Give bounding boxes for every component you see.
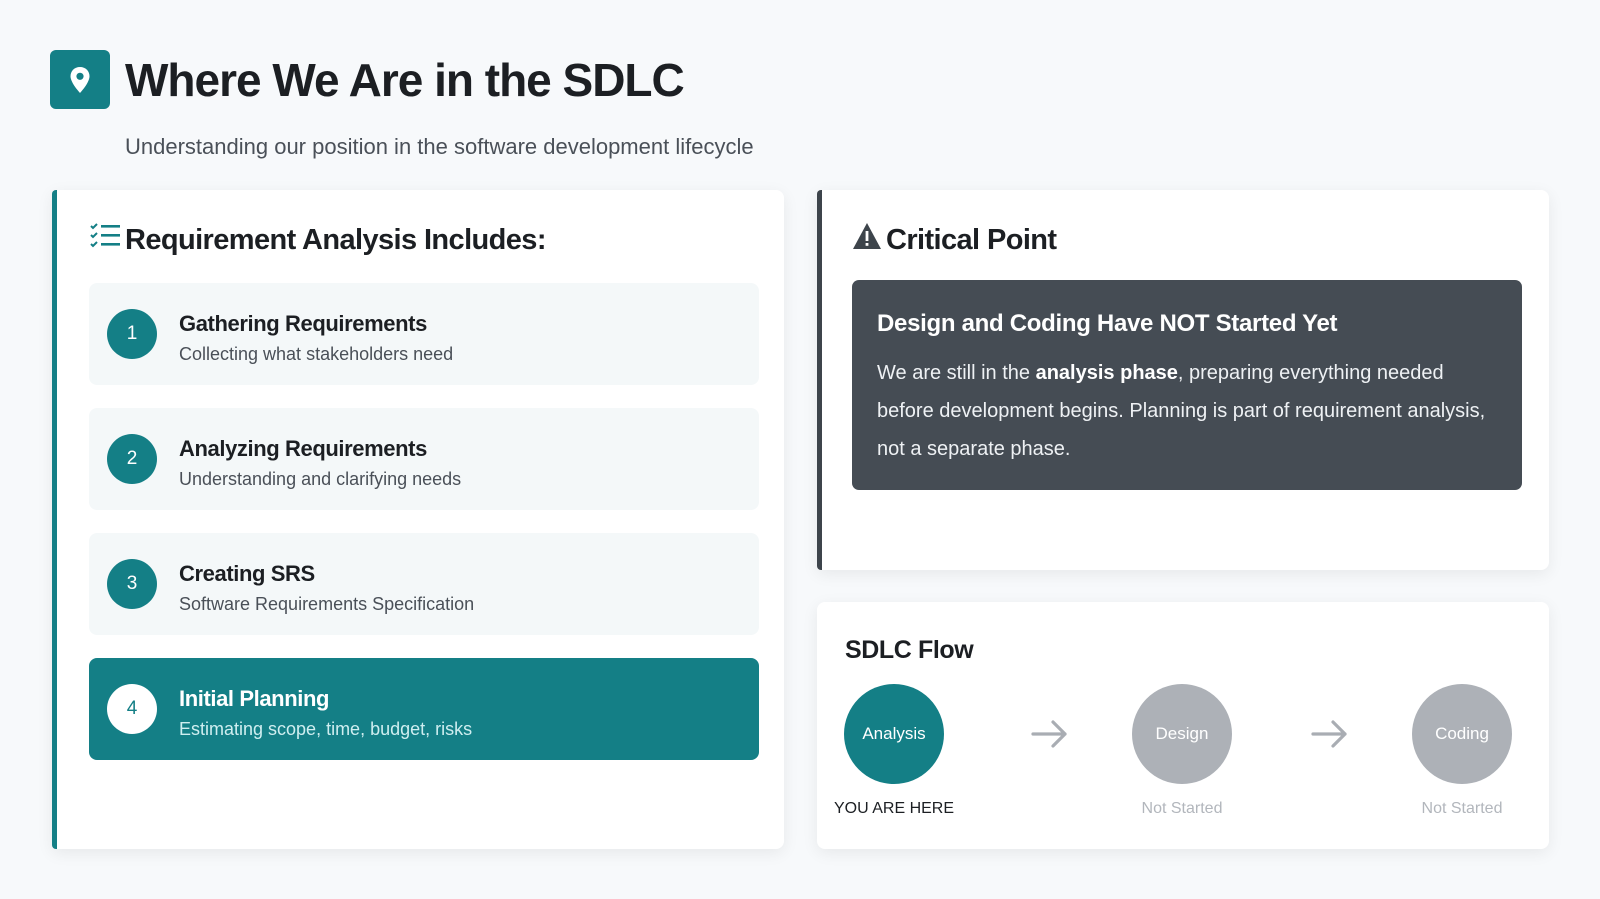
critical-point-card: Critical Point Design and Coding Have NO… [817,190,1549,570]
requirements-heading-text: Requirement Analysis Includes: [125,223,546,256]
page-title: Where We Are in the SDLC [125,54,685,106]
flow-step-status: YOU ARE HERE [833,800,955,817]
flow-step-status: Not Started [1421,800,1503,817]
requirement-title: Gathering Requirements [179,311,427,336]
requirement-description: Collecting what stakeholders need [179,344,454,364]
step-number-badge: 1 [107,309,157,359]
requirement-title: Initial Planning [179,686,330,711]
requirement-item-analyzing: 2 Analyzing Requirements Understanding a… [89,408,759,510]
page-subtitle: Understanding our position in the softwa… [125,134,754,159]
warning-icon [852,222,882,258]
flow-step-status: Not Started [1141,800,1223,817]
critical-heading: Critical Point [852,222,1057,258]
critical-message-box: Design and Coding Have NOT Started Yet W… [852,280,1522,490]
flow-step-design: Design Not Started [1102,684,1262,818]
requirement-item-planning: 4 Initial Planning Estimating scope, tim… [89,658,759,760]
step-number-badge: 4 [107,684,157,734]
critical-heading-text: Critical Point [886,223,1057,256]
flow-step-circle: Analysis [844,684,944,784]
flow-step-coding: Coding Not Started [1382,684,1542,818]
requirement-item-gathering: 1 Gathering Requirements Collecting what… [89,283,759,385]
requirement-item-srs: 3 Creating SRS Software Requirements Spe… [89,533,759,635]
step-number-badge: 3 [107,559,157,609]
critical-message-title: Design and Coding Have NOT Started Yet [877,310,1338,337]
requirement-title: Analyzing Requirements [179,436,427,461]
critical-message-body: We are still in the analysis phase, prep… [877,354,1497,468]
requirement-description: Understanding and clarifying needs [179,469,462,489]
requirements-heading: Requirement Analysis Includes: [89,222,546,258]
critical-body-text: We are still in the [877,362,1036,384]
step-number-badge: 2 [107,434,157,484]
requirement-description: Estimating scope, time, budget, risks [179,719,473,739]
sdlc-flow-heading: SDLC Flow [845,636,974,664]
sdlc-flow-card: SDLC Flow Analysis YOU ARE HERE Design N… [817,602,1549,849]
arrow-right-icon [1031,720,1067,748]
requirements-card: Requirement Analysis Includes: 1 Gatheri… [52,190,784,849]
flow-step-circle: Coding [1412,684,1512,784]
flow-step-circle: Design [1132,684,1232,784]
flow-step-analysis: Analysis YOU ARE HERE [814,684,974,818]
arrow-right-icon [1311,720,1347,748]
map-pin-icon [50,50,110,109]
checklist-icon [89,222,121,258]
requirement-title: Creating SRS [179,561,315,586]
critical-body-emphasis: analysis phase [1035,362,1178,384]
requirement-description: Software Requirements Specification [179,594,475,614]
